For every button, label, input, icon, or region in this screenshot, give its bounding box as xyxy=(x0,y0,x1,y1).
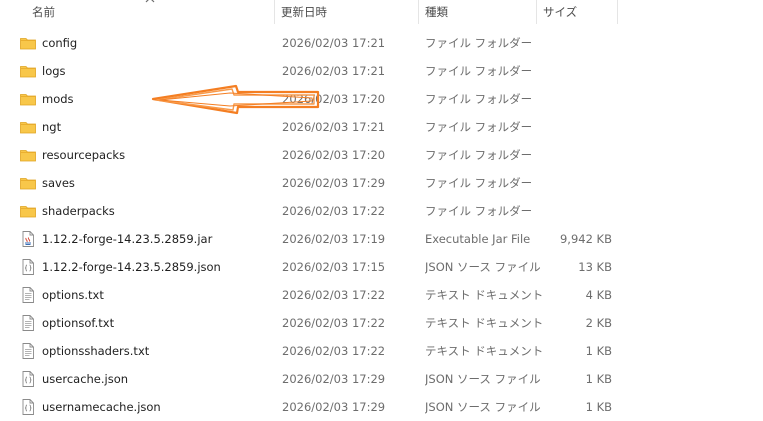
file-size: 1 KB xyxy=(585,400,612,414)
file-name: ngt xyxy=(42,120,62,134)
file-name: config xyxy=(42,36,78,50)
column-header-date[interactable]: 更新日時 xyxy=(275,0,418,24)
folder-icon xyxy=(20,206,36,218)
column-header-size[interactable]: サイズ xyxy=(537,0,617,24)
file-type: ファイル フォルダー xyxy=(425,120,533,134)
file-modified-date: 2026/02/03 17:22 xyxy=(282,344,386,358)
file-row[interactable]: usernamecache.json 2026/02/03 17:29 JSON ソ… xyxy=(0,393,763,421)
jar-file-icon xyxy=(22,231,34,247)
file-size xyxy=(540,169,612,197)
file-name: usercache.json xyxy=(42,372,129,386)
file-row[interactable]: usercache.json 2026/02/03 17:29 JSON ソース フ… xyxy=(0,365,763,393)
file-row[interactable]: ngt 2026/02/03 17:21 ファイル フォルダー xyxy=(0,113,763,141)
file-type: テキスト ドキュメント xyxy=(425,344,544,358)
file-modified-date: 2026/02/03 17:19 xyxy=(282,232,386,246)
folder-icon xyxy=(20,150,36,162)
file-name: optionsof.txt xyxy=(42,316,115,330)
file-row[interactable]: 1.12.2-forge-14.23.5.2859.json 2026/02/03… xyxy=(0,253,763,281)
file-modified-date: 2026/02/03 17:21 xyxy=(282,36,386,50)
file-size: 1 KB xyxy=(585,372,612,386)
file-modified-date: 2026/02/03 17:29 xyxy=(282,176,386,190)
text-file-icon xyxy=(22,315,34,331)
file-size xyxy=(540,197,612,225)
file-name: resourcepacks xyxy=(42,148,126,162)
file-row[interactable]: options.txt 2026/02/03 17:22 テキスト ドキュメント 4 … xyxy=(0,281,763,309)
file-modified-date: 2026/02/03 17:22 xyxy=(282,316,386,330)
file-modified-date: 2026/02/03 17:20 xyxy=(282,148,386,162)
column-divider[interactable] xyxy=(617,0,618,24)
file-type: テキスト ドキュメント xyxy=(425,316,544,330)
file-size: 9,942 KB xyxy=(559,232,612,246)
file-type: ファイル フォルダー xyxy=(425,148,533,162)
file-modified-date: 2026/02/03 17:20 xyxy=(282,92,386,106)
folder-icon xyxy=(20,38,36,50)
folder-icon xyxy=(20,94,36,106)
json-file-icon xyxy=(22,259,34,275)
json-file-icon xyxy=(22,399,34,415)
file-name: mods xyxy=(42,92,74,106)
file-row[interactable]: config 2026/02/03 17:21 ファイル フォルダー xyxy=(0,29,763,57)
file-row[interactable]: shaderpacks 2026/02/03 17:22 ファイル フォルダー xyxy=(0,197,763,225)
column-header-name[interactable]: 名前 xyxy=(26,0,274,24)
file-modified-date: 2026/02/03 17:22 xyxy=(282,288,386,302)
file-name: usernamecache.json xyxy=(42,400,161,414)
folder-icon xyxy=(20,122,36,134)
json-file-icon xyxy=(22,371,34,387)
file-type: JSON ソース ファイル xyxy=(425,260,541,274)
file-size: 4 KB xyxy=(585,288,612,302)
file-modified-date: 2026/02/03 17:21 xyxy=(282,120,386,134)
folder-icon xyxy=(20,66,36,78)
file-modified-date: 2026/02/03 17:22 xyxy=(282,204,386,218)
file-name: 1.12.2-forge-14.23.5.2859.jar xyxy=(42,232,213,246)
file-name: logs xyxy=(42,64,66,78)
file-size xyxy=(540,57,612,85)
file-size xyxy=(540,29,612,57)
file-row[interactable]: 1.12.2-forge-14.23.5.2859.jar 2026/02/03 … xyxy=(0,225,763,253)
file-type: ファイル フォルダー xyxy=(425,92,533,106)
file-type: ファイル フォルダー xyxy=(425,64,533,78)
file-modified-date: 2026/02/03 17:29 xyxy=(282,372,386,386)
file-type: ファイル フォルダー xyxy=(425,204,533,218)
file-row[interactable]: logs 2026/02/03 17:21 ファイル フォルダー xyxy=(0,57,763,85)
folder-icon xyxy=(20,178,36,190)
file-modified-date: 2026/02/03 17:29 xyxy=(282,400,386,414)
file-row[interactable]: resourcepacks 2026/02/03 17:20 ファイル フォルダー xyxy=(0,141,763,169)
file-row[interactable]: optionsshaders.txt 2026/02/03 17:22 テキスト ド… xyxy=(0,337,763,365)
file-row[interactable]: optionsof.txt 2026/02/03 17:22 テキスト ドキュメント… xyxy=(0,309,763,337)
column-header-type[interactable]: 種類 xyxy=(419,0,536,24)
file-size: 2 KB xyxy=(585,316,612,330)
file-type: JSON ソース ファイル xyxy=(425,400,541,414)
file-modified-date: 2026/02/03 17:21 xyxy=(282,64,386,78)
text-file-icon xyxy=(22,287,34,303)
file-modified-date: 2026/02/03 17:15 xyxy=(282,260,386,274)
file-row[interactable]: mods 2026/02/03 17:20 ファイル フォルダー xyxy=(0,85,763,113)
file-type: テキスト ドキュメント xyxy=(425,288,544,302)
text-file-icon xyxy=(22,343,34,359)
file-type: Executable Jar File xyxy=(425,232,531,246)
file-type: ファイル フォルダー xyxy=(425,36,533,50)
file-name: shaderpacks xyxy=(42,204,115,218)
file-name: optionsshaders.txt xyxy=(42,344,150,358)
file-size: 13 KB xyxy=(578,260,612,274)
file-size: 1 KB xyxy=(585,344,612,358)
file-size xyxy=(540,141,612,169)
file-size xyxy=(540,113,612,141)
file-name: options.txt xyxy=(42,288,104,302)
column-header-bar: 名前 更新日時 種類 サイズ xyxy=(0,0,763,24)
file-type: ファイル フォルダー xyxy=(425,176,533,190)
file-row[interactable]: saves 2026/02/03 17:29 ファイル フォルダー xyxy=(0,169,763,197)
file-size xyxy=(540,85,612,113)
file-name: saves xyxy=(42,176,75,190)
file-name: 1.12.2-forge-14.23.5.2859.json xyxy=(42,260,221,274)
file-type: JSON ソース ファイル xyxy=(425,372,541,386)
